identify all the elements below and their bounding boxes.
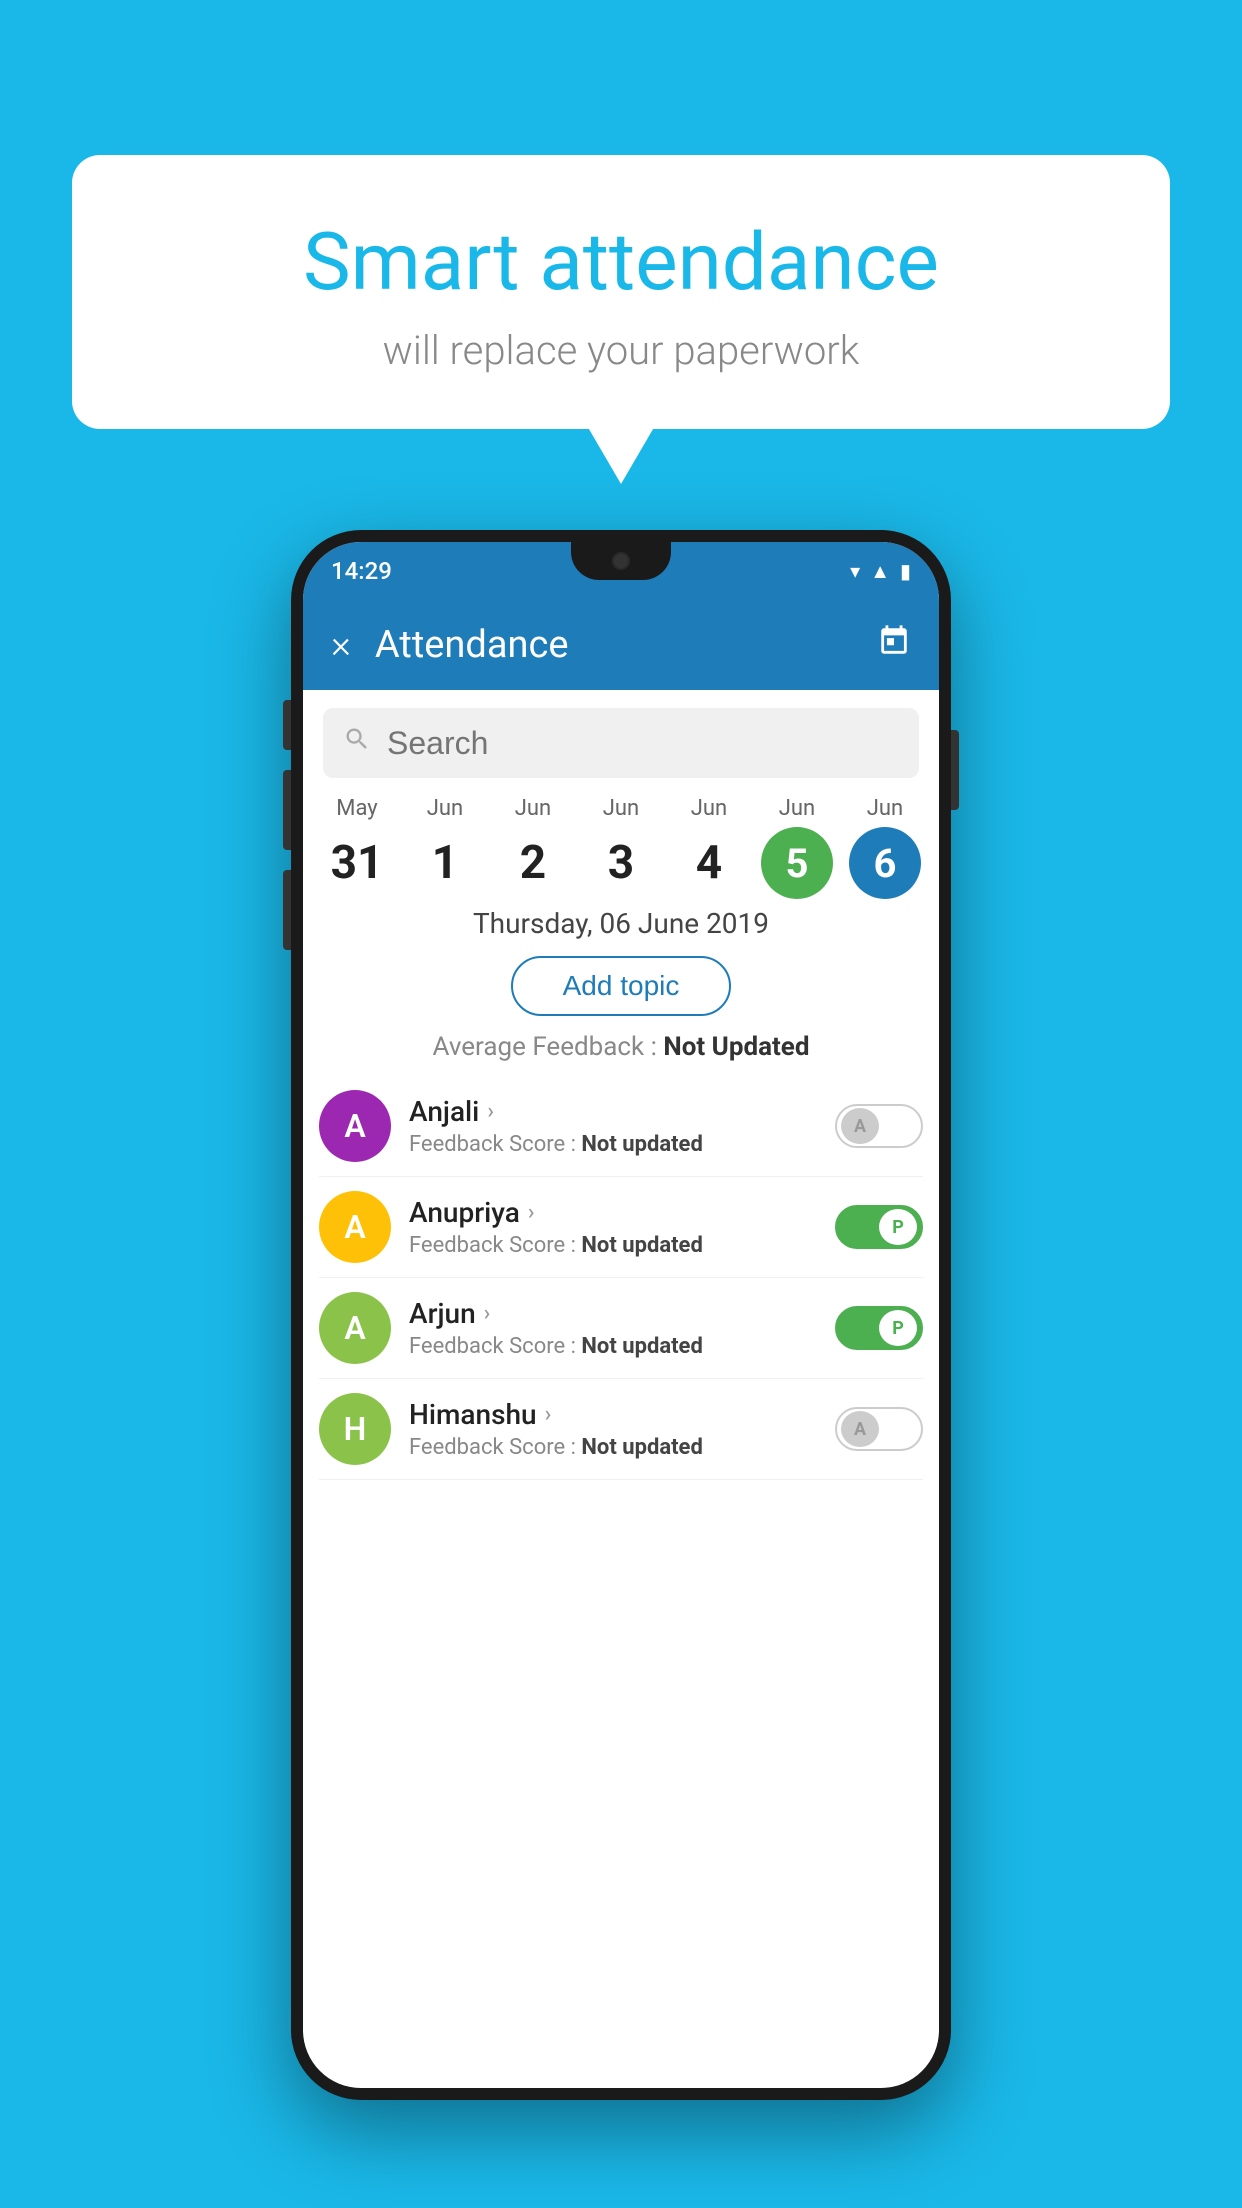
student-item[interactable]: A Anjali › Feedback Score : Not updated … [319, 1076, 923, 1177]
signal-icon: ▲ [870, 559, 890, 584]
student-avatar: A [319, 1191, 391, 1263]
student-item[interactable]: H Himanshu › Feedback Score : Not update… [319, 1379, 923, 1480]
student-item[interactable]: A Anupriya › Feedback Score : Not update… [319, 1177, 923, 1278]
student-feedback: Feedback Score : Not updated [409, 1132, 835, 1157]
app-title: Attendance [375, 623, 853, 667]
search-input[interactable] [387, 725, 899, 762]
toggle-knob: P [879, 1310, 917, 1346]
silent-button [283, 700, 291, 750]
attendance-toggle[interactable]: A [835, 1104, 923, 1148]
chevron-icon: › [487, 1099, 494, 1124]
student-info: Himanshu › Feedback Score : Not updated [409, 1398, 835, 1460]
feedback-value: Not updated [581, 1233, 702, 1258]
screen-content: May 31 Jun 1 Jun 2 Jun 3 Jun 4 Jun 5 Jun… [303, 708, 939, 2088]
student-avatar: A [319, 1090, 391, 1162]
speech-bubble: Smart attendance will replace your paper… [72, 155, 1170, 429]
search-bar[interactable] [323, 708, 919, 778]
power-button [951, 730, 959, 810]
bubble-title: Smart attendance [132, 215, 1110, 309]
attendance-toggle[interactable]: P [835, 1205, 923, 1249]
student-avatar: A [319, 1292, 391, 1364]
chevron-icon: › [528, 1200, 535, 1225]
battery-icon: ▮ [900, 559, 911, 583]
phone-screen: 14:29 ▾ ▲ ▮ × Attendance [303, 542, 939, 2088]
chevron-icon: › [484, 1301, 491, 1326]
date-month: Jun [841, 796, 929, 821]
date-day: 31 [321, 827, 393, 899]
status-time: 14:29 [331, 557, 392, 585]
date-item-1[interactable]: Jun 1 [401, 796, 489, 899]
avg-feedback-value: Not Updated [663, 1032, 809, 1062]
toggle-knob: A [841, 1108, 879, 1144]
date-item-4[interactable]: Jun 4 [665, 796, 753, 899]
student-name: Arjun › [409, 1297, 835, 1330]
date-month: Jun [489, 796, 577, 821]
date-day: 2 [497, 827, 569, 899]
bubble-subtitle: will replace your paperwork [132, 327, 1110, 374]
feedback-value: Not updated [581, 1132, 702, 1157]
phone-frame: 14:29 ▾ ▲ ▮ × Attendance [291, 530, 951, 2100]
volume-up-button [283, 770, 291, 850]
student-feedback: Feedback Score : Not updated [409, 1334, 835, 1359]
date-month: Jun [401, 796, 489, 821]
avg-feedback-label: Average Feedback : [433, 1032, 657, 1062]
date-month: Jun [665, 796, 753, 821]
front-camera [612, 552, 630, 570]
calendar-icon[interactable] [877, 624, 911, 667]
date-item-5[interactable]: Jun 5 [753, 796, 841, 899]
selected-date-label: Thursday, 06 June 2019 [303, 907, 939, 940]
student-feedback: Feedback Score : Not updated [409, 1435, 835, 1460]
student-info: Anjali › Feedback Score : Not updated [409, 1095, 835, 1157]
student-name: Himanshu › [409, 1398, 835, 1431]
student-item[interactable]: A Arjun › Feedback Score : Not updated P [319, 1278, 923, 1379]
date-item-3[interactable]: Jun 3 [577, 796, 665, 899]
search-icon [343, 725, 371, 761]
date-day: 1 [409, 827, 481, 899]
volume-down-button [283, 870, 291, 950]
date-item-31[interactable]: May 31 [313, 796, 401, 899]
phone-wrapper: 14:29 ▾ ▲ ▮ × Attendance [291, 530, 951, 2100]
date-day: 5 [761, 827, 833, 899]
feedback-value: Not updated [581, 1334, 702, 1359]
avg-feedback: Average Feedback : Not Updated [303, 1032, 939, 1062]
student-info: Arjun › Feedback Score : Not updated [409, 1297, 835, 1359]
student-feedback: Feedback Score : Not updated [409, 1233, 835, 1258]
feedback-value: Not updated [581, 1435, 702, 1460]
date-item-2[interactable]: Jun 2 [489, 796, 577, 899]
app-bar: × Attendance [303, 600, 939, 690]
speech-bubble-container: Smart attendance will replace your paper… [72, 155, 1170, 429]
student-name: Anjali › [409, 1095, 835, 1128]
toggle-knob: A [841, 1411, 879, 1447]
date-day: 6 [849, 827, 921, 899]
date-day: 3 [585, 827, 657, 899]
attendance-toggle[interactable]: P [835, 1306, 923, 1350]
date-strip: May 31 Jun 1 Jun 2 Jun 3 Jun 4 Jun 5 Jun… [303, 796, 939, 899]
student-info: Anupriya › Feedback Score : Not updated [409, 1196, 835, 1258]
date-item-6[interactable]: Jun 6 [841, 796, 929, 899]
close-button[interactable]: × [331, 623, 351, 667]
student-list: A Anjali › Feedback Score : Not updated … [303, 1076, 939, 1480]
status-icons: ▾ ▲ ▮ [850, 559, 911, 584]
date-month: Jun [577, 796, 665, 821]
date-month: May [313, 796, 401, 821]
add-topic-button[interactable]: Add topic [511, 956, 732, 1016]
chevron-icon: › [545, 1402, 552, 1427]
attendance-toggle[interactable]: A [835, 1407, 923, 1451]
toggle-knob: P [879, 1209, 917, 1245]
date-month: Jun [753, 796, 841, 821]
wifi-icon: ▾ [850, 559, 860, 583]
date-day: 4 [673, 827, 745, 899]
student-name: Anupriya › [409, 1196, 835, 1229]
phone-notch [571, 542, 671, 580]
student-avatar: H [319, 1393, 391, 1465]
